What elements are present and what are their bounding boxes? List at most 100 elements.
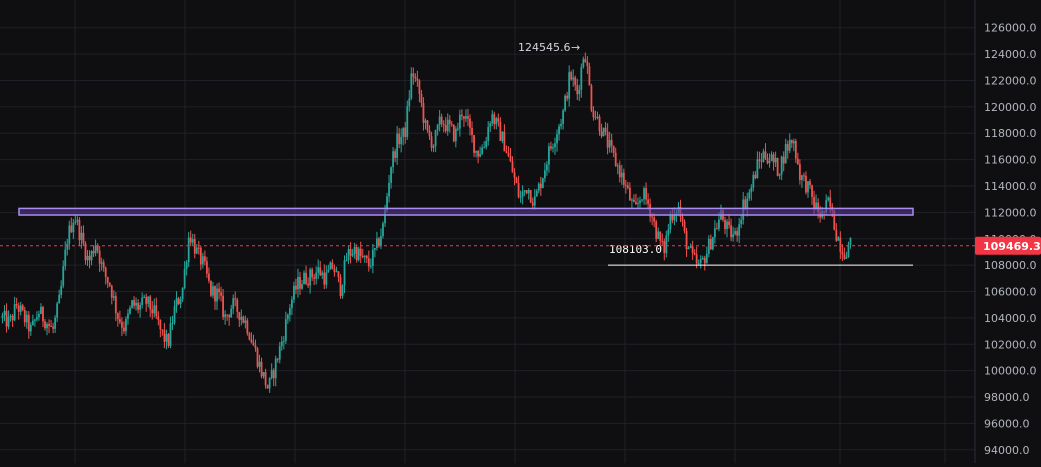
candle-body[interactable]	[562, 110, 564, 124]
candle-body[interactable]	[29, 324, 32, 332]
candle-body[interactable]	[541, 178, 544, 189]
candle-body[interactable]	[762, 151, 765, 162]
candle-body[interactable]	[311, 269, 314, 278]
candle-body[interactable]	[570, 72, 573, 80]
candle-body[interactable]	[691, 246, 694, 253]
candle-body[interactable]	[108, 282, 111, 286]
candle-body[interactable]	[50, 325, 52, 327]
candle-body[interactable]	[365, 255, 368, 259]
candle-body[interactable]	[671, 215, 674, 221]
candle-body[interactable]	[653, 217, 656, 222]
candle-body[interactable]	[434, 130, 437, 146]
candle-body[interactable]	[212, 286, 214, 296]
candle-body[interactable]	[21, 305, 24, 310]
candle-body[interactable]	[351, 253, 354, 256]
candle-body[interactable]	[594, 117, 597, 119]
candle-body[interactable]	[805, 175, 807, 193]
candle-body[interactable]	[9, 315, 12, 317]
candle-body[interactable]	[149, 296, 152, 310]
price-chart[interactable]: 126000.0 124000.0 122000.0 120000.0 118000.0…	[0, 0, 1041, 463]
candle-body[interactable]	[189, 237, 192, 243]
candle-body[interactable]	[631, 199, 633, 201]
candle-body[interactable]	[790, 139, 793, 144]
candle-body[interactable]	[726, 221, 728, 230]
candle-body[interactable]	[191, 239, 194, 243]
candle-body[interactable]	[54, 317, 57, 329]
candle-body[interactable]	[66, 243, 69, 250]
candle-body[interactable]	[637, 203, 639, 205]
candle-body[interactable]	[582, 59, 585, 68]
candle-body[interactable]	[175, 298, 178, 307]
candle-body[interactable]	[701, 257, 704, 260]
candle-body[interactable]	[728, 221, 730, 225]
candle-body[interactable]	[554, 143, 556, 148]
candle-body[interactable]	[829, 197, 832, 207]
candle-body[interactable]	[626, 185, 629, 188]
candle-body[interactable]	[258, 361, 261, 367]
candle-body[interactable]	[309, 269, 312, 286]
candle-body[interactable]	[546, 164, 548, 171]
candle-body[interactable]	[25, 314, 28, 323]
candle-body[interactable]	[651, 216, 654, 218]
candle-body[interactable]	[643, 188, 645, 200]
candle-body[interactable]	[847, 244, 850, 258]
candle-body[interactable]	[600, 131, 603, 137]
candle-body[interactable]	[155, 305, 158, 317]
candle-body[interactable]	[491, 114, 494, 124]
candle-body[interactable]	[628, 187, 631, 201]
candle-body[interactable]	[772, 154, 775, 163]
candle-body[interactable]	[80, 232, 83, 241]
candle-body[interactable]	[104, 267, 107, 277]
candle-body[interactable]	[100, 262, 103, 264]
candle-body[interactable]	[709, 238, 712, 250]
candle-body[interactable]	[661, 240, 664, 242]
candle-body[interactable]	[705, 253, 708, 264]
candle-body[interactable]	[325, 272, 328, 285]
candle-body[interactable]	[1, 315, 4, 318]
candle-body[interactable]	[36, 317, 38, 320]
candle-body[interactable]	[185, 262, 188, 269]
candle-body[interactable]	[645, 188, 647, 200]
candle-body[interactable]	[333, 268, 336, 272]
candle-body[interactable]	[473, 134, 475, 153]
candle-body[interactable]	[62, 266, 65, 286]
candle-body[interactable]	[560, 123, 562, 127]
candle-body[interactable]	[807, 181, 809, 193]
candle-body[interactable]	[754, 174, 757, 179]
candle-body[interactable]	[222, 295, 224, 317]
candle-body[interactable]	[254, 345, 257, 349]
candle-body[interactable]	[416, 78, 419, 81]
candle-body[interactable]	[813, 196, 815, 209]
candle-body[interactable]	[127, 313, 129, 319]
candle-body[interactable]	[639, 200, 641, 204]
candle-body[interactable]	[778, 174, 781, 176]
candle-body[interactable]	[19, 305, 22, 312]
candle-body[interactable]	[278, 346, 281, 360]
candle-body[interactable]	[487, 126, 490, 142]
candle-body[interactable]	[339, 277, 342, 296]
candle-body[interactable]	[505, 151, 508, 153]
candle-body[interactable]	[291, 299, 293, 309]
candle-body[interactable]	[177, 298, 180, 305]
candle-body[interactable]	[17, 305, 20, 312]
candle-body[interactable]	[738, 224, 741, 236]
candle-body[interactable]	[23, 309, 26, 323]
candle-body[interactable]	[578, 89, 581, 95]
candle-body[interactable]	[288, 308, 291, 315]
candle-body[interactable]	[740, 219, 743, 225]
candle-body[interactable]	[509, 155, 512, 162]
candle-body[interactable]	[363, 255, 366, 258]
candle-body[interactable]	[432, 145, 435, 148]
candle-body[interactable]	[98, 250, 101, 264]
candle-body[interactable]	[72, 222, 75, 233]
candle-body[interactable]	[165, 334, 168, 342]
candle-body[interactable]	[489, 123, 492, 127]
candle-body[interactable]	[88, 255, 91, 261]
candle-body[interactable]	[673, 215, 676, 221]
candle-body[interactable]	[199, 247, 202, 265]
candle-body[interactable]	[574, 77, 577, 86]
candle-body[interactable]	[456, 128, 459, 130]
candle-body[interactable]	[224, 314, 227, 317]
candle-body[interactable]	[280, 341, 283, 347]
candle-body[interactable]	[465, 116, 467, 119]
